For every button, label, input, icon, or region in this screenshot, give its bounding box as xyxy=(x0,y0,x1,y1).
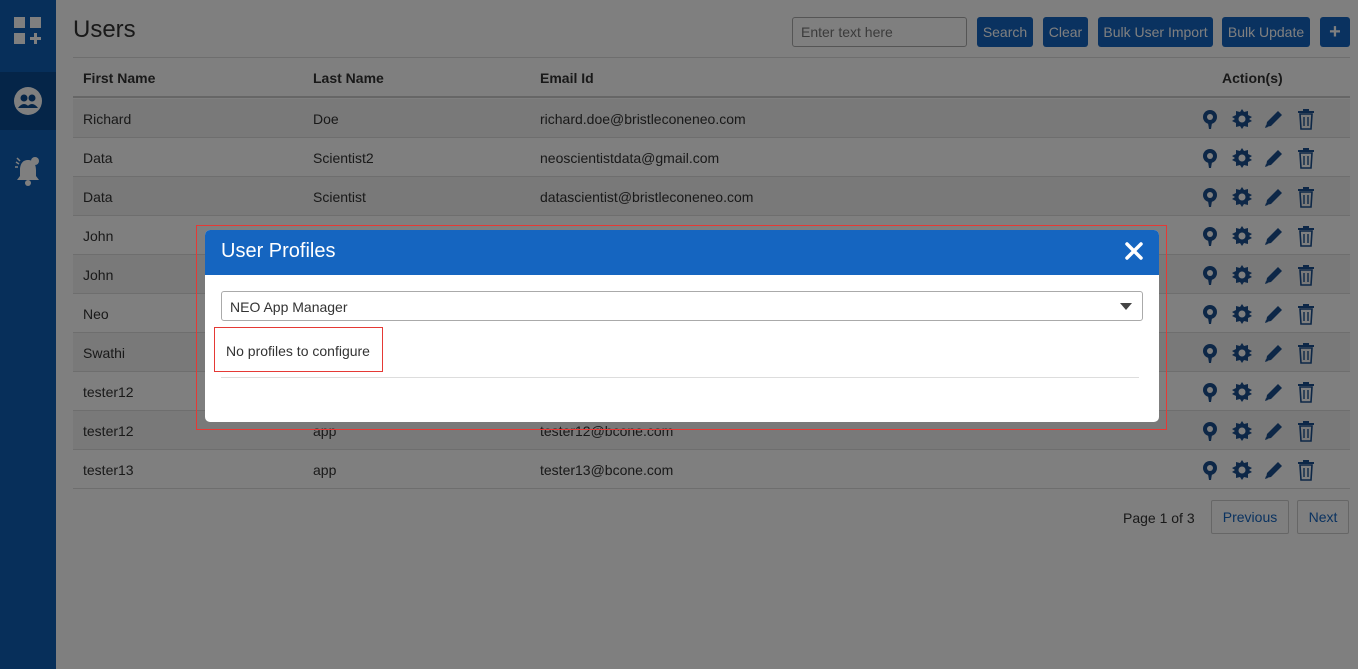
modal-title: User Profiles xyxy=(221,240,336,262)
modal-divider xyxy=(221,377,1139,378)
user-profiles-modal: User Profiles NEO App Manager No profile… xyxy=(205,230,1159,422)
app-select[interactable]: NEO App Manager xyxy=(221,291,1143,321)
modal-header: User Profiles xyxy=(205,230,1159,275)
close-icon[interactable] xyxy=(1123,240,1145,262)
app-select-value: NEO App Manager xyxy=(230,299,348,315)
empty-profiles-message: No profiles to configure xyxy=(214,327,383,372)
chevron-down-icon xyxy=(1120,303,1132,310)
